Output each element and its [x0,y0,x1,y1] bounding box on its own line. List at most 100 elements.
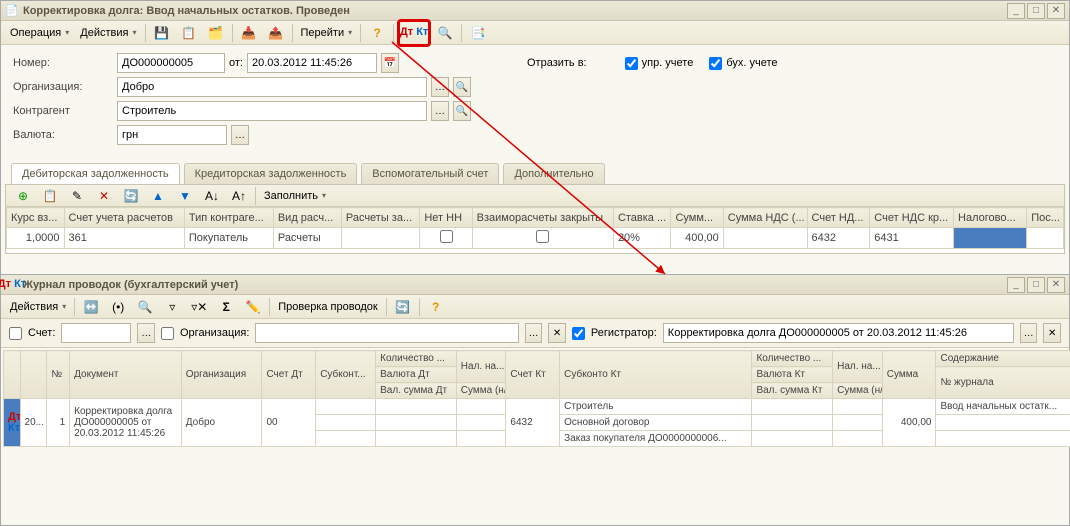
col-period[interactable] [20,351,47,399]
sum-button[interactable]: Σ [213,297,239,317]
funnel1-button[interactable]: ▿ [159,297,185,317]
find-button[interactable]: 🔍 [132,297,158,317]
col-rate-vat[interactable]: Ставка ... [613,208,671,228]
table-row[interactable]: 1,0000 361 Покупатель Расчеты 20% 400,00… [7,228,1064,249]
minimize-button[interactable]: _ [1007,3,1025,19]
no-nn-checkbox[interactable] [440,230,453,243]
minimize-button[interactable]: _ [1007,277,1025,293]
report-button[interactable]: 📤 [263,23,289,43]
currency-input[interactable] [117,125,227,145]
col-pos[interactable]: Пос... [1027,208,1064,228]
account-filter-checkbox[interactable] [9,327,22,340]
col-account[interactable]: Счет учета расчетов [64,208,184,228]
save-button[interactable]: 🗂️ [203,23,229,43]
down-button[interactable]: ▼ [172,186,198,206]
org-filter-checkbox[interactable] [161,327,174,340]
org-filter-input[interactable] [255,323,518,343]
maximize-button[interactable]: □ [1027,277,1045,293]
col-org[interactable]: Организация [181,351,262,399]
copy-row-button[interactable]: 📋 [37,186,63,206]
account-filter-input[interactable] [61,323,131,343]
col-tax-dt[interactable]: Нал. на... [456,351,506,383]
delete-row-button[interactable]: ✕ [91,186,117,206]
reg-clear-button[interactable]: ✕ [1043,323,1061,343]
col-sum[interactable]: Сумма [882,351,936,399]
reg-filter-input[interactable] [663,323,1014,343]
tab-credit[interactable]: Кредиторская задолженность [184,163,358,184]
closed-checkbox[interactable] [536,230,549,243]
tab-extra[interactable]: Дополнительно [503,163,604,184]
goto-menu[interactable]: Перейти▾ [296,23,358,43]
close-button[interactable]: ✕ [1047,3,1065,19]
col-subk-dt[interactable]: Субконт... [316,351,376,399]
col-acc-vat[interactable]: Счет НД... [807,208,870,228]
col-acc-dt[interactable]: Счет Дт [262,351,316,399]
col-sum[interactable]: Сумм... [671,208,723,228]
post-button[interactable]: 💾 [149,23,175,43]
add-row-button[interactable]: ⊕ [10,186,36,206]
org-open-button[interactable]: 🔍 [453,77,471,97]
sort-asc-button[interactable]: A↓ [199,186,225,206]
org-select-button[interactable]: … [525,323,543,343]
col-calc-type[interactable]: Вид расч... [273,208,341,228]
close-button[interactable]: ✕ [1047,277,1065,293]
currency-select-button[interactable]: … [231,125,249,145]
contr-input[interactable] [117,101,427,121]
contr-open-button[interactable]: 🔍 [453,101,471,121]
actions-menu[interactable]: Действия▾ [5,297,71,317]
find-button[interactable]: 🔍 [432,23,458,43]
sort-desc-button[interactable]: A↑ [226,186,252,206]
org-input[interactable] [117,77,427,97]
reg-select-button[interactable]: … [1020,323,1038,343]
up-button[interactable]: ▲ [145,186,171,206]
col-closed[interactable]: Взаиморасчеты закрыты [472,208,613,228]
ok-button[interactable]: 📋 [176,23,202,43]
help-button[interactable]: ? [364,23,390,43]
col-rate[interactable]: Курс вз... [7,208,65,228]
actions-menu[interactable]: Действия▾ [75,23,141,43]
refresh-row-button[interactable]: 🔄 [118,186,144,206]
edit-row-button[interactable]: ✎ [64,186,90,206]
dtkt-button[interactable]: Дт Кт [401,23,427,43]
col-qty-dt[interactable]: Количество ... [376,351,457,367]
check-entries-button[interactable]: Проверка проводок [273,297,382,317]
col-contr-type[interactable]: Тип контраге... [184,208,273,228]
col-acc-vat-cr[interactable]: Счет НДС кр... [870,208,954,228]
account-select-button[interactable]: … [137,323,155,343]
basis-button[interactable]: 📥 [236,23,262,43]
funnel2-button[interactable]: ▿✕ [186,297,212,317]
refresh2-button[interactable]: 🔄 [390,297,416,317]
table-row[interactable]: ДтКт 20... 11... 1 Корректировка долга Д… [4,399,1070,415]
contr-select-button[interactable]: … [431,101,449,121]
buh-checkbox[interactable]: бух. учете [709,57,777,70]
col-tax-kt[interactable]: Нал. на... [833,351,883,383]
col-tax[interactable]: Налогово... [954,208,1027,228]
operation-menu[interactable]: Операция▾ [5,23,74,43]
manual-button[interactable]: ✏️ [240,297,266,317]
fill-menu[interactable]: Заполнить▾ [259,186,331,206]
col-calc-for[interactable]: Расчеты за... [341,208,419,228]
col-num[interactable]: № [47,351,70,399]
col-subk-kt[interactable]: Субконто Кт [560,351,752,399]
debit-grid[interactable]: Курс вз... Счет учета расчетов Тип контр… [6,207,1064,249]
date-input[interactable] [247,53,377,73]
tab-aux[interactable]: Вспомогательный счет [361,163,499,184]
filter-button[interactable]: (•) [105,297,131,317]
upr-checkbox[interactable]: упр. учете [625,57,694,70]
maximize-button[interactable]: □ [1027,3,1045,19]
reg-filter-checkbox[interactable] [572,327,585,340]
org-clear-button[interactable]: ✕ [548,323,566,343]
col-sum-vat[interactable]: Сумма НДС (... [723,208,807,228]
print-button[interactable]: 📑 [465,23,491,43]
col-doc[interactable]: Документ [70,351,182,399]
tab-debit[interactable]: Дебиторская задолженность [11,163,180,184]
calendar-button[interactable]: 📅 [381,53,399,73]
col-no-nn[interactable]: Нет НН [420,208,472,228]
journal-grid[interactable]: № Документ Организация Счет Дт Субконт..… [3,350,1070,447]
org-select-button[interactable]: … [431,77,449,97]
col-qty-kt[interactable]: Количество ... [752,351,833,367]
help-button[interactable]: ? [423,297,449,317]
col-acc-kt[interactable]: Счет Кт [506,351,560,399]
number-input[interactable] [117,53,225,73]
refresh-button[interactable]: ↔️ [78,297,104,317]
